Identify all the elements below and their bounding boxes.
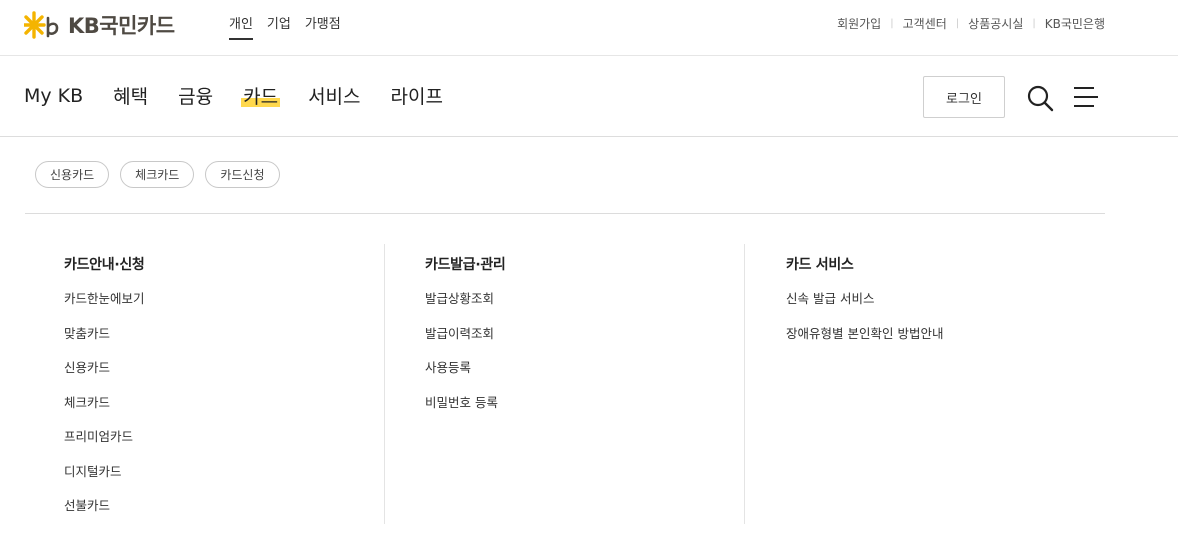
list-item[interactable]: 디지털카드 <box>64 463 145 498</box>
chip-check-card[interactable]: 체크카드 <box>120 161 195 188</box>
menu-item-life[interactable]: 라이프 <box>391 82 443 109</box>
menu-item-finance[interactable]: 금융 <box>178 82 213 109</box>
tab-business[interactable]: 기업 <box>267 13 291 40</box>
menu-label: My KB <box>24 84 84 107</box>
list-item[interactable]: 신용카드 <box>64 359 145 394</box>
tab-merchant[interactable]: 가맹점 <box>305 13 341 40</box>
list-item[interactable]: 체크카드 <box>64 394 145 429</box>
list-item[interactable]: 선불카드 <box>64 497 145 532</box>
list-item[interactable]: 사용등록 <box>425 359 506 394</box>
chip-credit-card[interactable]: 신용카드 <box>35 161 110 188</box>
divider <box>25 213 1105 214</box>
list-item[interactable]: 비밀번호 등록 <box>425 394 506 429</box>
menu-column-card-service: 카드 서비스 신속 발급 서비스 장애유형별 본인확인 방법안내 <box>786 244 943 544</box>
menu-item-benefits[interactable]: 혜택 <box>113 82 148 109</box>
login-button[interactable]: 로그인 <box>923 76 1005 118</box>
column-divider <box>384 244 385 524</box>
main-menu: My KB 혜택 금융 카드 서비스 라이프 <box>24 82 473 109</box>
link-signup[interactable]: 회원가입 <box>837 15 881 32</box>
card-category-chips: 신용카드 체크카드 카드신청 <box>35 161 280 188</box>
hamburger-icon[interactable] <box>1072 85 1100 111</box>
column-title: 카드발급·관리 <box>425 257 506 273</box>
main-navigation: My KB 혜택 금융 카드 서비스 라이프 로그인 <box>0 56 1178 137</box>
chip-card-apply[interactable]: 카드신청 <box>205 161 280 188</box>
menu-column-card-issue: 카드발급·관리 발급상황조회 발급이력조회 사용등록 비밀번호 등록 <box>425 244 506 544</box>
brand-logo[interactable]: KB국민카드 <box>24 8 175 42</box>
column-divider <box>744 244 745 524</box>
link-customer-center[interactable]: 고객센터 <box>903 15 947 32</box>
link-product-disclosure[interactable]: 상품공시실 <box>968 15 1023 32</box>
menu-label: 금융 <box>178 86 214 108</box>
link-list: 발급상황조회 발급이력조회 사용등록 비밀번호 등록 <box>425 290 506 428</box>
audience-tabs: 개인 기업 가맹점 <box>229 13 341 40</box>
star-logo-icon <box>24 11 59 39</box>
list-item[interactable]: 프리미엄카드 <box>64 428 145 463</box>
column-title: 카드 서비스 <box>786 257 854 273</box>
search-icon[interactable] <box>1026 84 1054 112</box>
link-list: 신속 발급 서비스 장애유형별 본인확인 방법안내 <box>786 290 943 359</box>
menu-item-service[interactable]: 서비스 <box>308 82 360 109</box>
menu-item-mykb[interactable]: My KB <box>24 85 83 107</box>
list-item[interactable]: 카드한눈에보기 <box>64 290 145 325</box>
link-kb-bank[interactable]: KB국민은행 <box>1045 15 1105 32</box>
brand-name: KB국민카드 <box>68 14 175 38</box>
link-list: 카드한눈에보기 맞춤카드 신용카드 체크카드 프리미엄카드 디지털카드 선불카드 <box>64 290 145 532</box>
list-item[interactable]: 발급상황조회 <box>425 290 506 325</box>
menu-label: 라이프 <box>390 86 443 108</box>
list-item[interactable]: 신속 발급 서비스 <box>786 290 943 325</box>
menu-label: 카드 <box>243 86 279 108</box>
separator: | <box>890 18 894 29</box>
top-utility-bar: KB국민카드 개인 기업 가맹점 회원가입 | 고객센터 | 상품공시실 | K… <box>0 0 1178 56</box>
menu-column-card-guide: 카드안내·신청 카드한눈에보기 맞춤카드 신용카드 체크카드 프리미엄카드 디지… <box>64 244 145 544</box>
menu-item-card[interactable]: 카드 <box>241 82 281 109</box>
menu-label: 서비스 <box>308 86 361 108</box>
tab-personal[interactable]: 개인 <box>229 13 253 40</box>
separator: | <box>955 18 960 29</box>
menu-label: 혜택 <box>113 86 149 108</box>
list-item[interactable]: 맞춤카드 <box>64 325 145 360</box>
list-item[interactable]: 발급이력조회 <box>425 325 506 360</box>
column-title: 카드안내·신청 <box>64 257 145 273</box>
separator: | <box>1032 18 1036 29</box>
list-item[interactable]: 장애유형별 본인확인 방법안내 <box>786 325 943 360</box>
utility-links: 회원가입 | 고객센터 | 상품공시실 | KB국민은행 <box>837 15 1105 32</box>
